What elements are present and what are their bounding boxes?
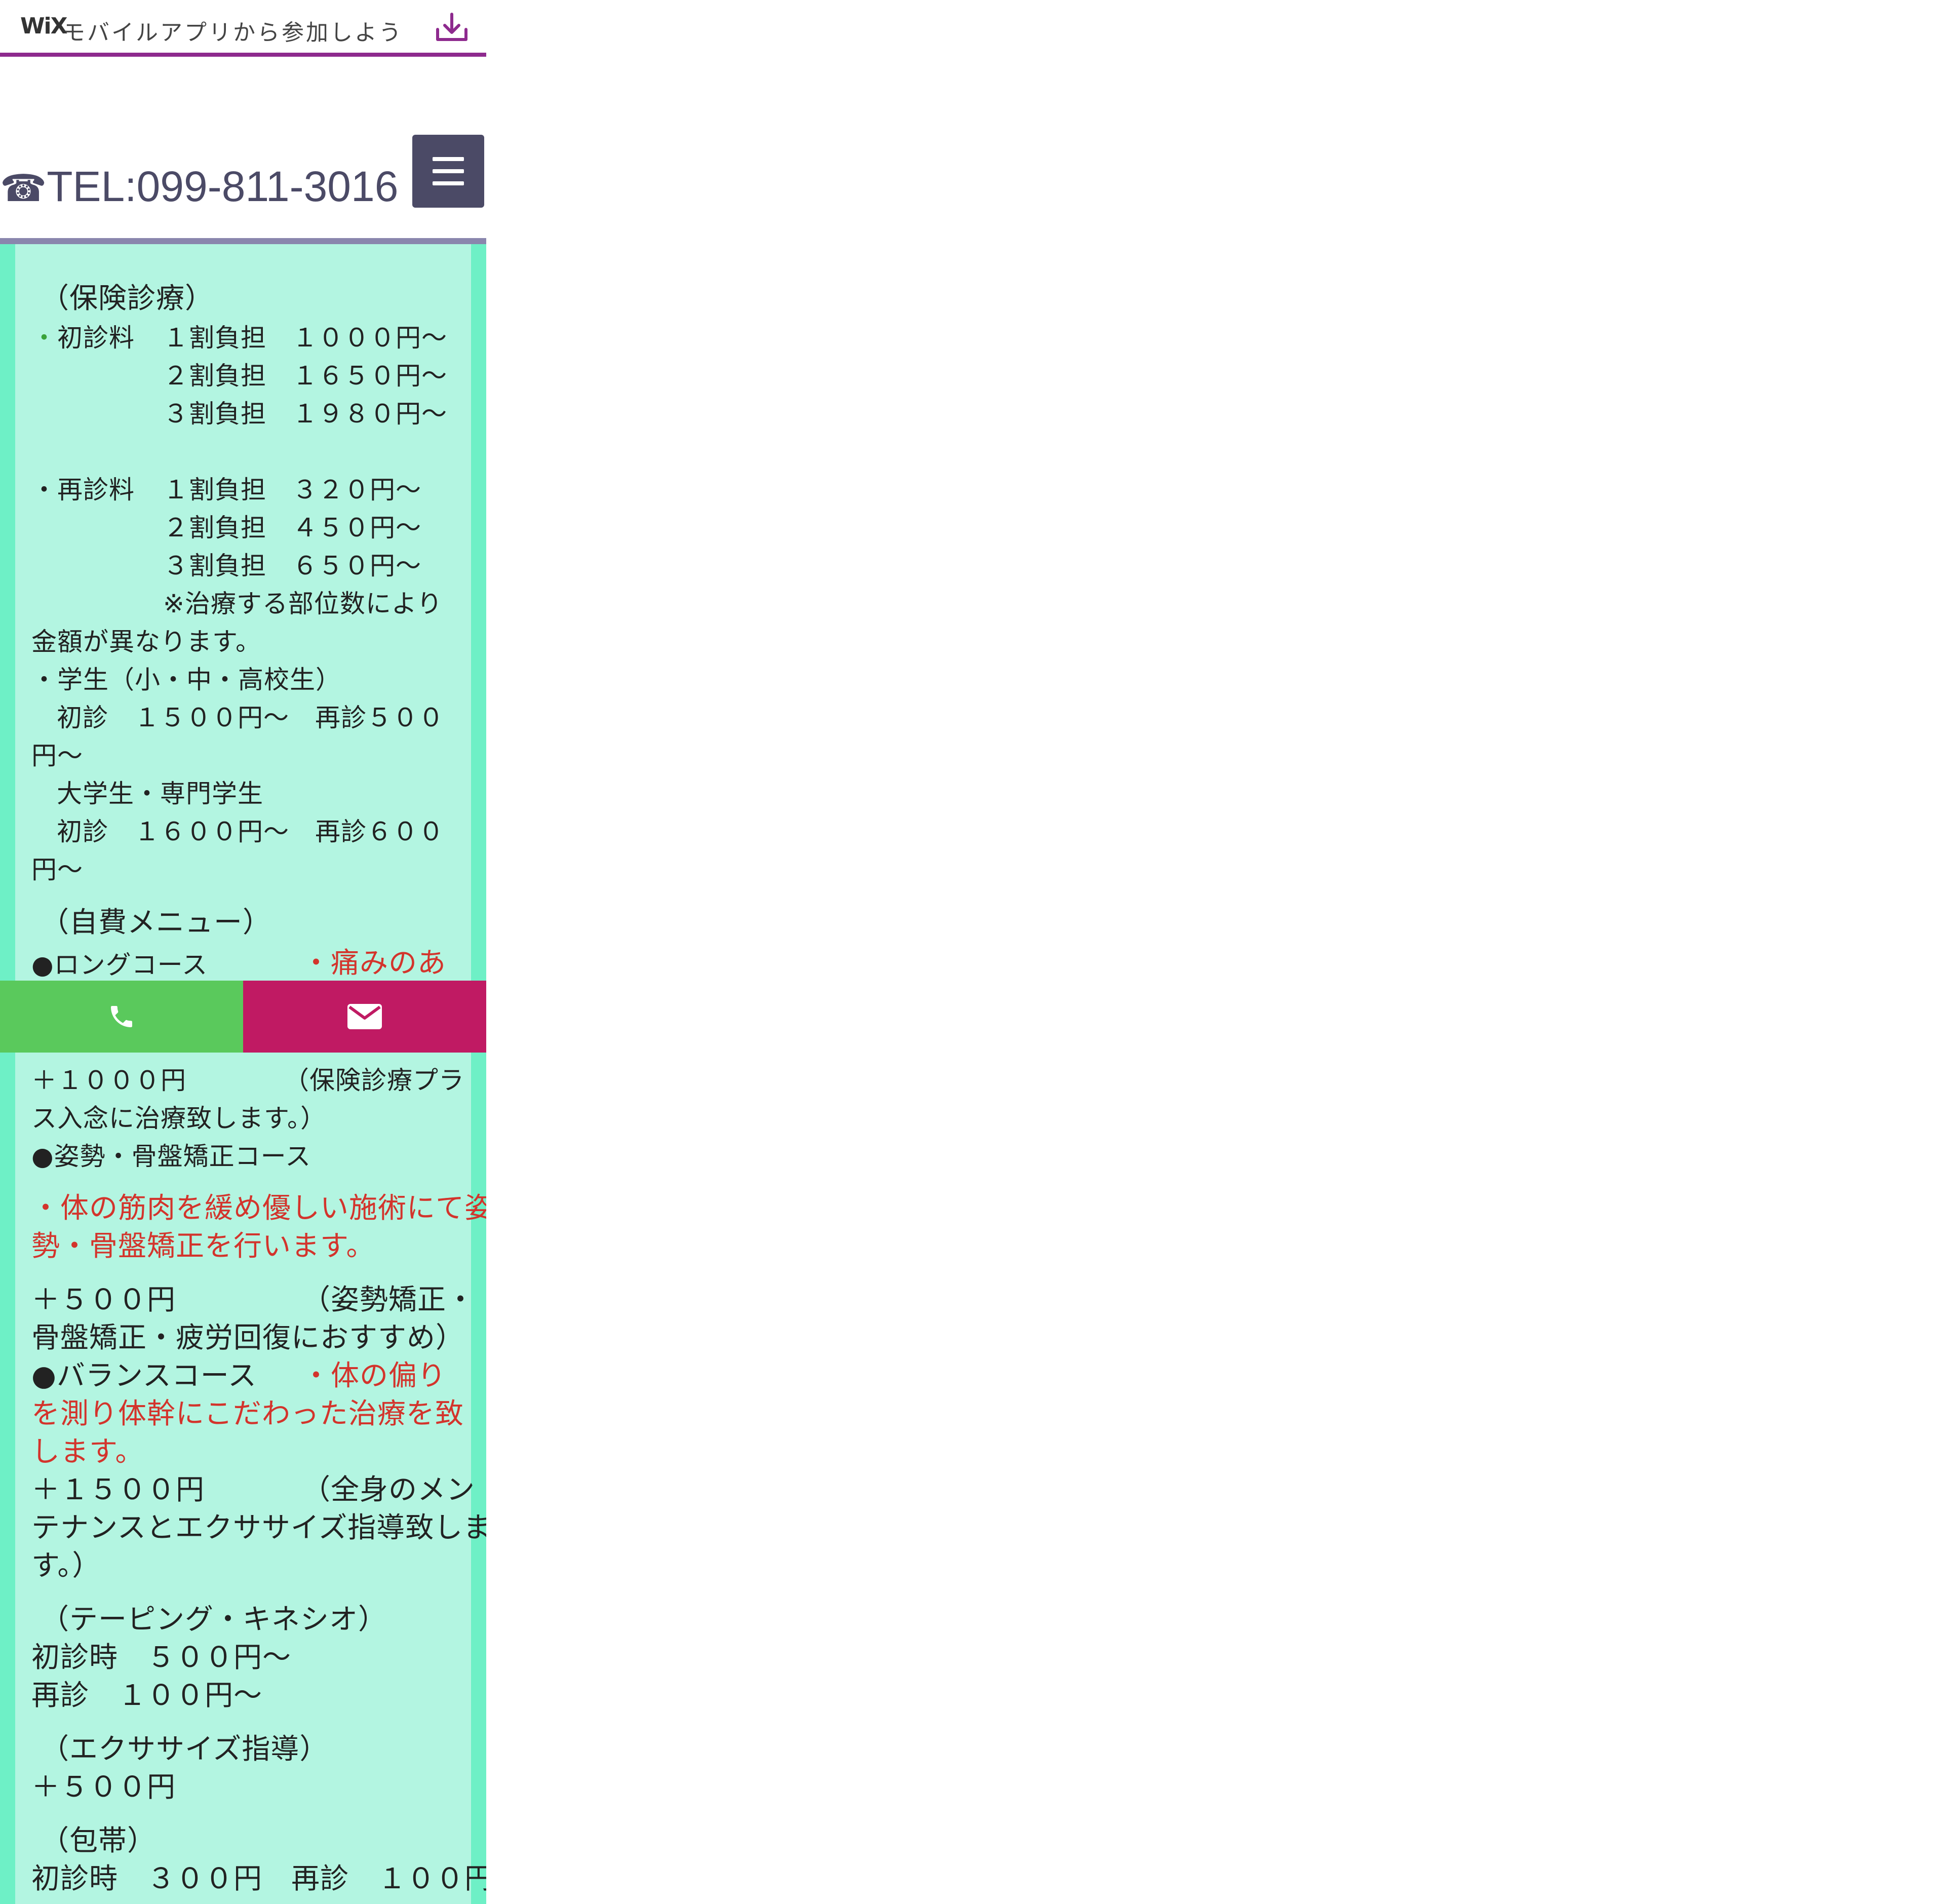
posture-course-description-2: 勢・骨盤矯正を行います。	[31, 1230, 375, 1263]
college-fee-line-2: 円〜	[31, 855, 83, 884]
posture-course-note-2: 骨盤矯正・疲労回復におすすめ）	[31, 1322, 464, 1354]
taping-first-visit: 初診時 ５００円〜	[31, 1641, 291, 1674]
revisit-label: ・再診料	[31, 475, 135, 504]
tel-link[interactable]: ☎TEL:099-811-3016	[0, 162, 398, 211]
exercise-price: ＋５００円	[31, 1771, 176, 1804]
long-course-description: ・痛みのあ	[302, 947, 446, 980]
balance-course-note-2: テナンスとエクササイズ指導致しま	[31, 1511, 486, 1544]
balance-course-description-2: を測り体幹にこだわった治療を致	[31, 1397, 464, 1430]
college-fee-line-1: 初診 １６００円〜 再診６００	[57, 817, 444, 846]
student-fee-line-1: 初診 １５００円〜 再診５００	[57, 703, 444, 732]
first-visit-row-1: １割負担 １０００円〜	[163, 323, 447, 353]
long-course-note-2: ス入念に治療致します。）	[31, 1104, 326, 1133]
telephone-icon: ☎	[0, 167, 47, 210]
balance-course-note-1: （全身のメン	[302, 1473, 475, 1506]
price-list-section: （保険診療） ・初診料 １割負担 １０００円〜 ２割負担 １６５０円〜 ３割負担…	[0, 244, 486, 1904]
call-button[interactable]	[0, 981, 243, 1053]
posture-course-description-1: ・体の筋肉を緩め優しい施術にて姿	[31, 1192, 486, 1225]
first-visit-row-3: ３割負担 １９８０円〜	[163, 399, 447, 429]
posture-course-price: ＋５００円	[31, 1284, 176, 1316]
balance-course-description-1: ・体の偏り	[302, 1359, 446, 1392]
page: WiX モバイルアプリから参加しよう ☎TEL:099-811-3016 （保険…	[0, 0, 486, 1904]
bandage-price: 初診時 ３００円 再診 １００円	[31, 1862, 486, 1895]
long-course-price: ＋１０００円	[31, 1066, 186, 1095]
app-banner-message[interactable]: モバイルアプリから参加しよう	[63, 14, 403, 47]
balance-course-price: ＋１５００円	[31, 1473, 205, 1506]
site-header: ☎TEL:099-811-3016	[0, 57, 486, 244]
tel-number: TEL:099-811-3016	[47, 163, 399, 210]
note-line-1: ※治療する部位数により	[163, 589, 443, 618]
app-banner[interactable]: WiX モバイルアプリから参加しよう	[0, 0, 486, 57]
right-border-stripe	[471, 244, 486, 1904]
download-icon[interactable]	[434, 11, 470, 44]
taping-revisit: 再診 １００円〜	[31, 1679, 262, 1712]
self-pay-heading: （自費メニュー）	[41, 906, 271, 939]
bandage-heading: （包帯）	[41, 1824, 156, 1857]
long-course-note-1: （保険診療プラ	[284, 1066, 464, 1095]
student-heading: ・学生（小・中・高校生）	[31, 665, 341, 694]
hamburger-menu-button[interactable]	[412, 135, 484, 208]
revisit-row-2: ２割負担 ４５０円〜	[163, 513, 421, 542]
phone-icon	[111, 1006, 132, 1027]
banner-divider	[0, 53, 486, 57]
balance-course-note-3: す。）	[31, 1549, 101, 1582]
first-visit-label: ・初診料	[31, 323, 135, 353]
hamburger-menu-icon	[433, 157, 464, 161]
contact-action-bar	[0, 981, 486, 1053]
balance-course-description-3: します。	[31, 1435, 144, 1468]
long-course-title: ●ロングコース	[31, 950, 208, 980]
note-line-2: 金額が異なります。	[31, 627, 261, 656]
college-heading: 大学生・専門学生	[57, 779, 263, 808]
left-border-stripe	[0, 244, 15, 1904]
mail-button[interactable]	[243, 981, 486, 1053]
first-visit-row-2: ２割負担 １６５０円〜	[163, 361, 447, 391]
balance-course-title: ●バランスコース	[31, 1359, 257, 1392]
exercise-heading: （エクササイズ指導）	[41, 1733, 329, 1766]
hamburger-menu-icon-line	[433, 181, 464, 185]
mail-icon	[347, 1004, 382, 1029]
revisit-row-3: ３割負担 ６５０円〜	[163, 551, 421, 580]
wix-logo: WiX	[20, 13, 68, 39]
header-divider	[0, 238, 486, 244]
hamburger-menu-icon-line	[433, 169, 464, 173]
revisit-row-1: １割負担 ３２０円〜	[163, 475, 421, 504]
taping-heading: （テーピング・キネシオ）	[41, 1603, 387, 1636]
posture-course-note-1: （姿勢矯正・	[302, 1284, 475, 1316]
insurance-heading: （保険診療）	[41, 282, 214, 315]
posture-course-title: ●姿勢・骨盤矯正コース	[31, 1142, 311, 1171]
student-fee-line-2: 円〜	[31, 741, 83, 770]
